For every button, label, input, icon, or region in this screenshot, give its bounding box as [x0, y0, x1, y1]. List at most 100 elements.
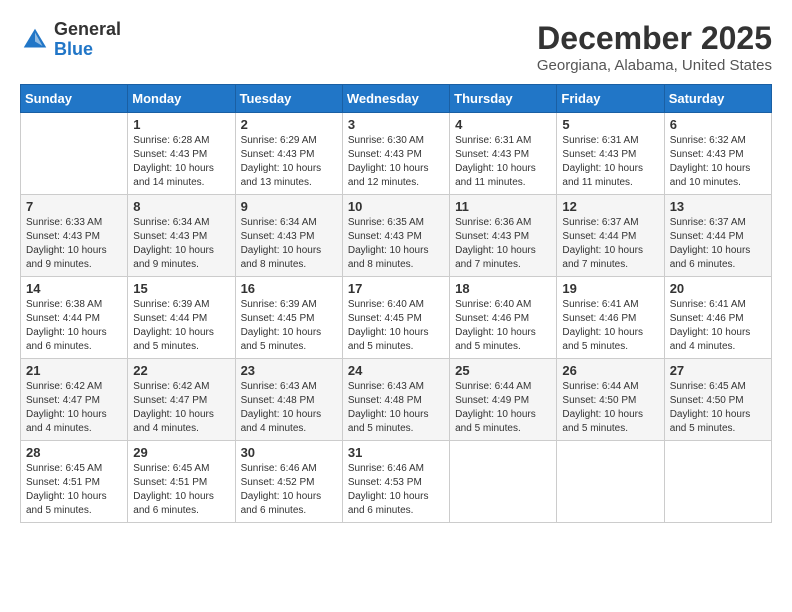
calendar-cell: 4Sunrise: 6:31 AMSunset: 4:43 PMDaylight…: [450, 113, 557, 195]
calendar-cell: 9 Sunrise: 6:34 AMSunset: 4:43 PMDaylight…: [235, 195, 342, 277]
calendar-cell: 21 Sunrise: 6:42 AMSunset: 4:47 PMDayligh…: [21, 359, 128, 441]
weekday-header-tuesday: Tuesday: [235, 85, 342, 113]
day-number: 5: [562, 117, 658, 132]
calendar-cell: 22 Sunrise: 6:42 AMSunset: 4:47 PMDayligh…: [128, 359, 235, 441]
day-info: Sunrise: 6:30 AMSunset: 4:43 PMDaylight:…: [348, 134, 444, 190]
page-title: December 2025: [537, 20, 772, 57]
day-number: 17: [348, 281, 444, 296]
day-info: Sunrise: 6:40 AMSunset: 4:46 PMDaylight:…: [455, 298, 551, 354]
day-number: 8: [133, 199, 229, 214]
weekday-header-wednesday: Wednesday: [342, 85, 449, 113]
day-number: 22: [133, 363, 229, 378]
day-number: 29: [133, 445, 229, 460]
day-info: Sunrise: 6:45 AMSunset: 4:51 PMDaylight:…: [26, 462, 122, 518]
day-info: Sunrise: 6:31 AMSunset: 4:43 PMDaylight:…: [562, 134, 658, 190]
day-info: Sunrise: 6:44 AMSunset: 4:50 PMDaylight:…: [562, 380, 658, 436]
day-info: Sunrise: 6:42 AMSunset: 4:47 PMDaylight:…: [133, 380, 229, 436]
calendar-cell: 6 Sunrise: 6:32 AMSunset: 4:43 PMDaylight…: [664, 113, 771, 195]
day-number: 9: [241, 199, 337, 214]
day-info: Sunrise: 6:35 AMSunset: 4:43 PMDaylight:…: [348, 216, 444, 272]
calendar-cell: 25Sunrise: 6:44 AMSunset: 4:49 PMDayligh…: [450, 359, 557, 441]
calendar-cell: 13Sunrise: 6:37 AMSunset: 4:44 PMDayligh…: [664, 195, 771, 277]
day-number: 10: [348, 199, 444, 214]
calendar-table: SundayMondayTuesdayWednesdayThursdayFrid…: [20, 84, 772, 523]
day-info: Sunrise: 6:31 AMSunset: 4:43 PMDaylight:…: [455, 134, 551, 190]
day-number: 2: [241, 117, 337, 132]
calendar-cell: 30 Sunrise: 6:46 AMSunset: 4:52 PMDayligh…: [235, 441, 342, 523]
day-info: Sunrise: 6:34 AMSunset: 4:43 PMDaylight:…: [241, 216, 337, 272]
calendar-cell: 15 Sunrise: 6:39 AMSunset: 4:44 PMDayligh…: [128, 277, 235, 359]
day-info: Sunrise: 6:43 AMSunset: 4:48 PMDaylight:…: [348, 380, 444, 436]
day-info: Sunrise: 6:45 AMSunset: 4:51 PMDaylight:…: [133, 462, 229, 518]
day-info: Sunrise: 6:39 AMSunset: 4:45 PMDaylight:…: [241, 298, 337, 354]
logo-blue: Blue: [54, 40, 121, 60]
calendar-cell: 26 Sunrise: 6:44 AMSunset: 4:50 PMDayligh…: [557, 359, 664, 441]
day-number: 7: [26, 199, 122, 214]
calendar-cell: 2 Sunrise: 6:29 AMSunset: 4:43 PMDaylight…: [235, 113, 342, 195]
calendar-cell: 14Sunrise: 6:38 AMSunset: 4:44 PMDayligh…: [21, 277, 128, 359]
day-info: Sunrise: 6:46 AMSunset: 4:52 PMDaylight:…: [241, 462, 337, 518]
calendar-cell: [21, 113, 128, 195]
day-info: Sunrise: 6:44 AMSunset: 4:49 PMDaylight:…: [455, 380, 551, 436]
day-info: Sunrise: 6:43 AMSunset: 4:48 PMDaylight:…: [241, 380, 337, 436]
day-number: 31: [348, 445, 444, 460]
day-number: 6: [670, 117, 766, 132]
page-header: General Blue December 2025 Georgiana, Al…: [20, 20, 772, 74]
week-row-4: 21 Sunrise: 6:42 AMSunset: 4:47 PMDayligh…: [21, 359, 772, 441]
day-number: 26: [562, 363, 658, 378]
day-number: 18: [455, 281, 551, 296]
weekday-header-monday: Monday: [128, 85, 235, 113]
calendar-cell: 11Sunrise: 6:36 AMSunset: 4:43 PMDayligh…: [450, 195, 557, 277]
day-info: Sunrise: 6:39 AMSunset: 4:44 PMDaylight:…: [133, 298, 229, 354]
day-number: 11: [455, 199, 551, 214]
weekday-header-friday: Friday: [557, 85, 664, 113]
calendar-cell: 27 Sunrise: 6:45 AMSunset: 4:50 PMDayligh…: [664, 359, 771, 441]
calendar-cell: [557, 441, 664, 523]
day-number: 30: [241, 445, 337, 460]
day-info: Sunrise: 6:45 AMSunset: 4:50 PMDaylight:…: [670, 380, 766, 436]
calendar-cell: [450, 441, 557, 523]
calendar-cell: 19 Sunrise: 6:41 AMSunset: 4:46 PMDayligh…: [557, 277, 664, 359]
day-number: 21: [26, 363, 122, 378]
logo-icon: [20, 25, 50, 55]
day-info: Sunrise: 6:29 AMSunset: 4:43 PMDaylight:…: [241, 134, 337, 190]
calendar-cell: 23Sunrise: 6:43 AMSunset: 4:48 PMDayligh…: [235, 359, 342, 441]
day-info: Sunrise: 6:42 AMSunset: 4:47 PMDaylight:…: [26, 380, 122, 436]
logo: General Blue: [20, 20, 121, 60]
day-number: 20: [670, 281, 766, 296]
day-info: Sunrise: 6:41 AMSunset: 4:46 PMDaylight:…: [670, 298, 766, 354]
day-number: 27: [670, 363, 766, 378]
day-number: 24: [348, 363, 444, 378]
calendar-cell: 3 Sunrise: 6:30 AMSunset: 4:43 PMDaylight…: [342, 113, 449, 195]
day-info: Sunrise: 6:28 AMSunset: 4:43 PMDaylight:…: [133, 134, 229, 190]
weekday-header-sunday: Sunday: [21, 85, 128, 113]
day-number: 28: [26, 445, 122, 460]
weekday-header-saturday: Saturday: [664, 85, 771, 113]
day-info: Sunrise: 6:38 AMSunset: 4:44 PMDaylight:…: [26, 298, 122, 354]
day-number: 19: [562, 281, 658, 296]
calendar-cell: 8 Sunrise: 6:34 AMSunset: 4:43 PMDaylight…: [128, 195, 235, 277]
calendar-cell: [664, 441, 771, 523]
calendar-cell: 31Sunrise: 6:46 AMSunset: 4:53 PMDayligh…: [342, 441, 449, 523]
title-block: December 2025 Georgiana, Alabama, United…: [537, 20, 772, 74]
calendar-cell: 17Sunrise: 6:40 AMSunset: 4:45 PMDayligh…: [342, 277, 449, 359]
calendar-cell: 12 Sunrise: 6:37 AMSunset: 4:44 PMDayligh…: [557, 195, 664, 277]
calendar-cell: 7Sunrise: 6:33 AMSunset: 4:43 PMDaylight…: [21, 195, 128, 277]
week-row-1: 1 Sunrise: 6:28 AMSunset: 4:43 PMDaylight…: [21, 113, 772, 195]
page-subtitle: Georgiana, Alabama, United States: [537, 57, 772, 74]
day-info: Sunrise: 6:32 AMSunset: 4:43 PMDaylight:…: [670, 134, 766, 190]
calendar-cell: 20 Sunrise: 6:41 AMSunset: 4:46 PMDayligh…: [664, 277, 771, 359]
day-number: 1: [133, 117, 229, 132]
weekday-header-thursday: Thursday: [450, 85, 557, 113]
week-row-2: 7Sunrise: 6:33 AMSunset: 4:43 PMDaylight…: [21, 195, 772, 277]
day-number: 3: [348, 117, 444, 132]
day-info: Sunrise: 6:34 AMSunset: 4:43 PMDaylight:…: [133, 216, 229, 272]
week-row-3: 14Sunrise: 6:38 AMSunset: 4:44 PMDayligh…: [21, 277, 772, 359]
day-number: 15: [133, 281, 229, 296]
day-number: 16: [241, 281, 337, 296]
calendar-cell: 5 Sunrise: 6:31 AMSunset: 4:43 PMDaylight…: [557, 113, 664, 195]
calendar-cell: 24 Sunrise: 6:43 AMSunset: 4:48 PMDayligh…: [342, 359, 449, 441]
day-number: 12: [562, 199, 658, 214]
day-info: Sunrise: 6:41 AMSunset: 4:46 PMDaylight:…: [562, 298, 658, 354]
day-info: Sunrise: 6:37 AMSunset: 4:44 PMDaylight:…: [562, 216, 658, 272]
